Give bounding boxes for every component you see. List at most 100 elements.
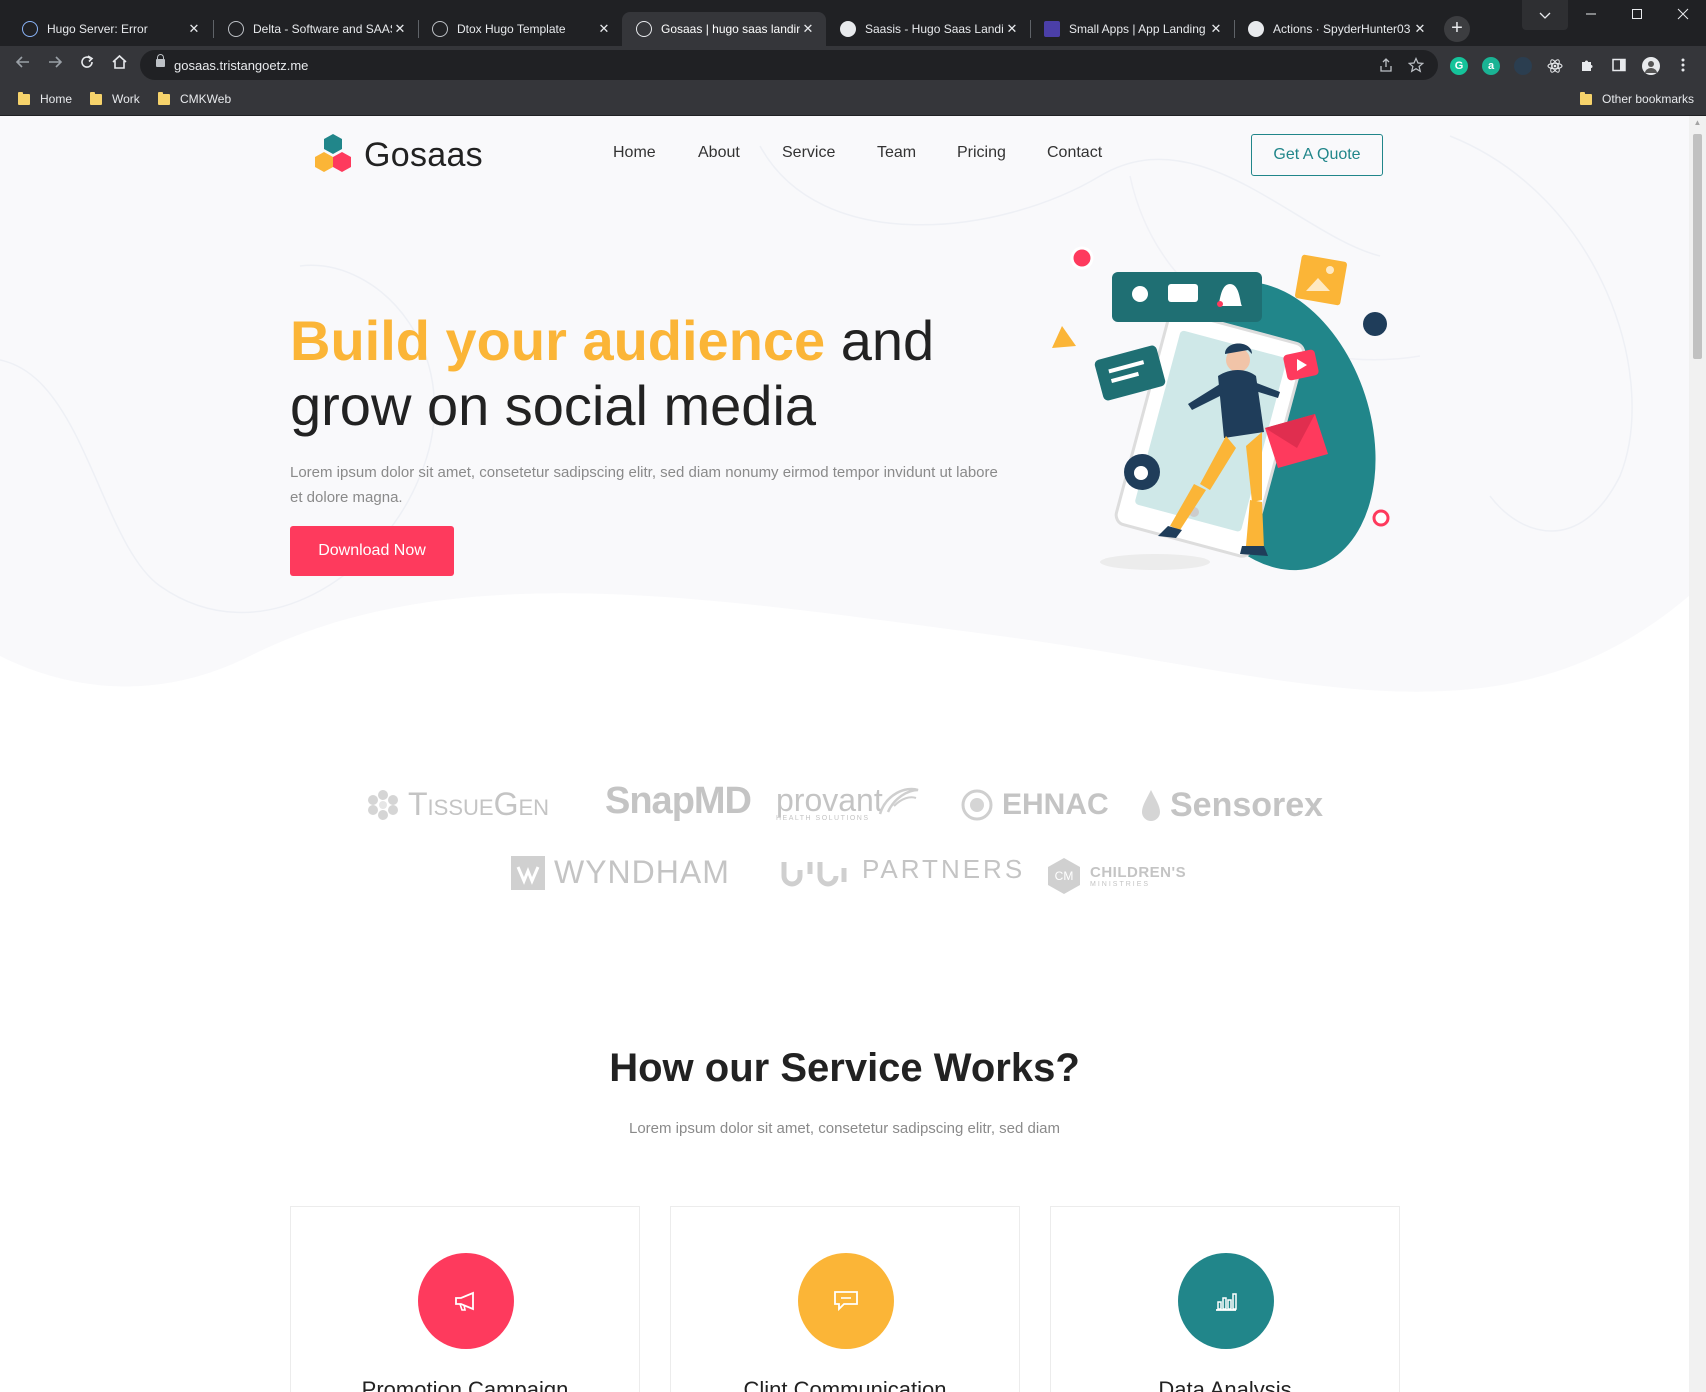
partners-logo-icon xyxy=(781,862,847,887)
service-card-communication[interactable]: Clint Communication xyxy=(670,1206,1020,1392)
service-card-title: Data Analysis xyxy=(1158,1377,1292,1392)
bookmarks-bar: Home Work CMKWeb Other bookmarks xyxy=(0,84,1706,116)
bookmark-home[interactable]: Home xyxy=(18,91,72,106)
avatar[interactable] xyxy=(1642,57,1660,75)
services-title-pre: How our Service xyxy=(609,1046,934,1090)
back-button[interactable] xyxy=(12,54,34,76)
nav-contact[interactable]: Contact xyxy=(1047,144,1102,162)
close-icon[interactable]: ✕ xyxy=(1004,21,1020,37)
nav-about[interactable]: About xyxy=(698,144,740,162)
globe-icon xyxy=(432,21,448,37)
tab-dtox[interactable]: Dtox Hugo Template ✕ xyxy=(418,12,622,46)
tab-delta[interactable]: Delta - Software and SAAS ✕ xyxy=(214,12,418,46)
brand-childrens-ministries: CM CHILDREN'S MINISTRIES xyxy=(1046,856,1186,896)
extension-a-icon[interactable]: a xyxy=(1482,57,1500,75)
reload-icon xyxy=(81,55,94,68)
drop-logo-icon xyxy=(1142,789,1160,821)
address-bar[interactable]: gosaas.tristangoetz.me xyxy=(140,50,1438,80)
globe-logo-icon xyxy=(961,789,993,821)
tab-gosaas[interactable]: Gosaas | hugo saas landing ✕ xyxy=(622,12,826,46)
minimize-button[interactable] xyxy=(1568,0,1614,30)
hero-description: Lorem ipsum dolor sit amet, consetetur s… xyxy=(290,464,998,506)
share-icon[interactable] xyxy=(1378,57,1394,73)
minimize-icon xyxy=(1586,13,1596,15)
star-icon[interactable] xyxy=(1407,57,1425,73)
extension-dark-icon[interactable] xyxy=(1514,57,1532,75)
brand-snapmd: SnapMD xyxy=(605,780,752,823)
service-card-promotion[interactable]: Promotion Campaign xyxy=(290,1206,640,1392)
home-button[interactable] xyxy=(108,54,130,76)
nav-team[interactable]: Team xyxy=(877,144,916,162)
folder-icon xyxy=(158,91,170,105)
wyndham-logo-icon xyxy=(511,855,545,890)
close-icon[interactable]: ✕ xyxy=(186,21,202,37)
tab-title: Saasis - Hugo Saas Landing xyxy=(865,22,1004,36)
hexagon-cm-logo-icon: CM xyxy=(1048,858,1080,894)
close-icon[interactable]: ✕ xyxy=(1412,21,1428,37)
brand-name: provant xyxy=(776,782,883,818)
bookmark-label: Work xyxy=(112,92,140,106)
forward-button[interactable] xyxy=(44,54,66,76)
url-text[interactable]: gosaas.tristangoetz.me xyxy=(174,58,308,73)
page-scrollbar[interactable]: ▲ xyxy=(1689,116,1706,1392)
tab-saasis[interactable]: Saasis - Hugo Saas Landing ✕ xyxy=(826,12,1030,46)
hero-title-rest: and xyxy=(825,309,935,372)
nav-home[interactable]: Home xyxy=(613,144,656,162)
arrow-right-icon xyxy=(49,56,63,68)
get-quote-button[interactable]: Get A Quote xyxy=(1251,134,1383,176)
maximize-icon xyxy=(1632,9,1642,19)
tab-github-actions[interactable]: Actions · SpyderHunter03 ✕ xyxy=(1234,12,1438,46)
tab-small-apps[interactable]: Small Apps | App Landing ✕ xyxy=(1030,12,1234,46)
arrow-left-icon xyxy=(15,56,29,68)
service-card-title: Promotion Campaign xyxy=(361,1377,569,1392)
folder-icon xyxy=(18,91,30,105)
tab-search-button[interactable] xyxy=(1522,0,1568,30)
folder-icon xyxy=(1580,91,1592,105)
puzzle-icon[interactable] xyxy=(1578,57,1596,75)
kebab-menu-icon[interactable] xyxy=(1674,57,1692,75)
tab-hugo-server-error[interactable]: Hugo Server: Error ✕ xyxy=(8,12,212,46)
bookmark-label: CMKWeb xyxy=(180,92,232,106)
scrollbar-thumb[interactable] xyxy=(1693,134,1702,359)
brand-name: EHNAC xyxy=(1002,788,1109,821)
grammarly-icon[interactable]: G xyxy=(1450,57,1468,75)
site-logo[interactable]: Gosaas xyxy=(310,132,483,178)
close-icon[interactable]: ✕ xyxy=(596,21,612,37)
close-window-button[interactable] xyxy=(1660,0,1706,30)
scroll-up-icon[interactable]: ▲ xyxy=(1689,116,1706,130)
bookmark-other[interactable]: Other bookmarks xyxy=(1580,91,1695,106)
nav-service[interactable]: Service xyxy=(782,144,835,162)
services-title-post: ? xyxy=(1055,1046,1080,1090)
lock-icon xyxy=(156,54,165,67)
flower-logo-icon xyxy=(368,789,398,820)
new-tab-button[interactable]: + xyxy=(1444,16,1470,42)
hugo-icon xyxy=(22,21,38,37)
nav-pricing[interactable]: Pricing xyxy=(957,144,1006,162)
service-card-data-analysis[interactable]: Data Analysis xyxy=(1050,1206,1400,1392)
brand-provant: provant HEALTH SOLUTIONS xyxy=(776,782,883,822)
brand-name: TissueGen xyxy=(408,786,550,822)
bookmark-cmkweb[interactable]: CMKWeb xyxy=(158,91,232,106)
saasis-icon xyxy=(840,21,856,37)
brand-name: CHILDREN'S xyxy=(1090,864,1187,881)
bookmark-label: Other bookmarks xyxy=(1602,92,1695,106)
brand-subname: MINISTRIES xyxy=(1090,881,1151,888)
service-card-title: Clint Communication xyxy=(743,1377,947,1392)
brand-ehnac: EHNAC xyxy=(960,788,1109,822)
close-icon xyxy=(1677,8,1689,20)
close-icon[interactable]: ✕ xyxy=(1208,21,1224,37)
react-devtools-icon[interactable] xyxy=(1546,57,1564,75)
github-icon xyxy=(1248,21,1264,37)
reload-button[interactable] xyxy=(76,54,98,76)
close-icon[interactable]: ✕ xyxy=(392,21,408,37)
megaphone-icon xyxy=(418,1253,514,1349)
tab-strip: Hugo Server: Error ✕ Delta - Software an… xyxy=(0,0,1706,46)
bookmark-work[interactable]: Work xyxy=(90,91,140,106)
hero-title-line2: grow on social media xyxy=(290,374,817,437)
download-now-button[interactable]: Download Now xyxy=(290,526,454,576)
tab-title: Hugo Server: Error xyxy=(47,22,148,36)
side-panel-icon[interactable] xyxy=(1610,57,1628,75)
close-icon[interactable]: ✕ xyxy=(800,21,816,37)
maximize-button[interactable] xyxy=(1614,0,1660,30)
tab-title: Small Apps | App Landing xyxy=(1069,22,1206,36)
